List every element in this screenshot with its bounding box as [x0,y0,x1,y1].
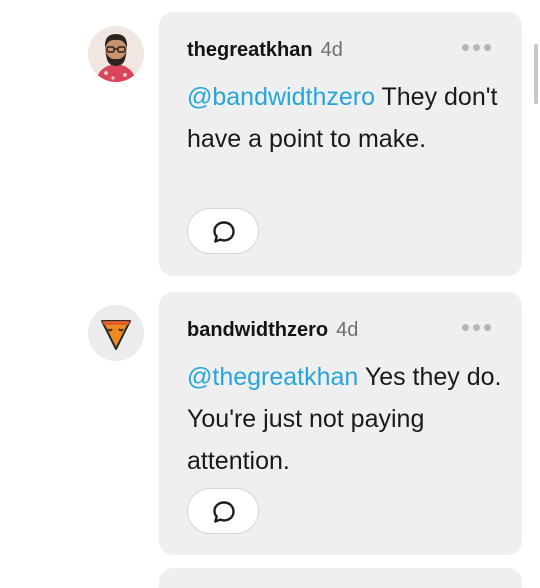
timestamp: 4d [320,39,343,61]
username[interactable]: bandwidthzero [187,319,328,341]
ellipsis-icon [484,324,491,331]
reply-card: bandwidthzero 4d @thegreatkhan Yes they d… [159,292,522,555]
reply-meta: bandwidthzero 4d [187,316,358,344]
scrollbar[interactable] [534,44,538,104]
ellipsis-icon [473,324,480,331]
ellipsis-icon [473,44,480,51]
ellipsis-icon [462,44,469,51]
reply-card: thegreatkhan 4d @bandwidthzero They don't… [159,12,522,276]
username[interactable]: thegreatkhan [187,39,313,61]
timestamp: 4d [336,319,359,341]
speech-bubble-icon [213,221,235,243]
reply-meta: thegreatkhan 4d [187,36,343,64]
reply-button[interactable] [187,488,259,534]
reply-button[interactable] [187,208,259,254]
mention-link[interactable]: @bandwidthzero [187,83,375,111]
bearded-man-avatar-icon [88,26,144,82]
reply-text: @bandwidthzero They don't have a point t… [187,76,505,160]
more-options-button[interactable] [462,44,496,54]
reply-text: @thegreatkhan Yes they do. You're just n… [187,356,505,482]
user-avatar[interactable] [88,26,144,82]
user-avatar[interactable] [88,305,144,361]
mention-link[interactable]: @thegreatkhan [187,363,358,391]
orange-triangle-face-avatar-icon [88,305,144,361]
speech-bubble-icon [213,501,235,523]
ellipsis-icon [484,44,491,51]
next-reply-card [159,568,522,588]
more-options-button[interactable] [462,324,496,334]
ellipsis-icon [462,324,469,331]
